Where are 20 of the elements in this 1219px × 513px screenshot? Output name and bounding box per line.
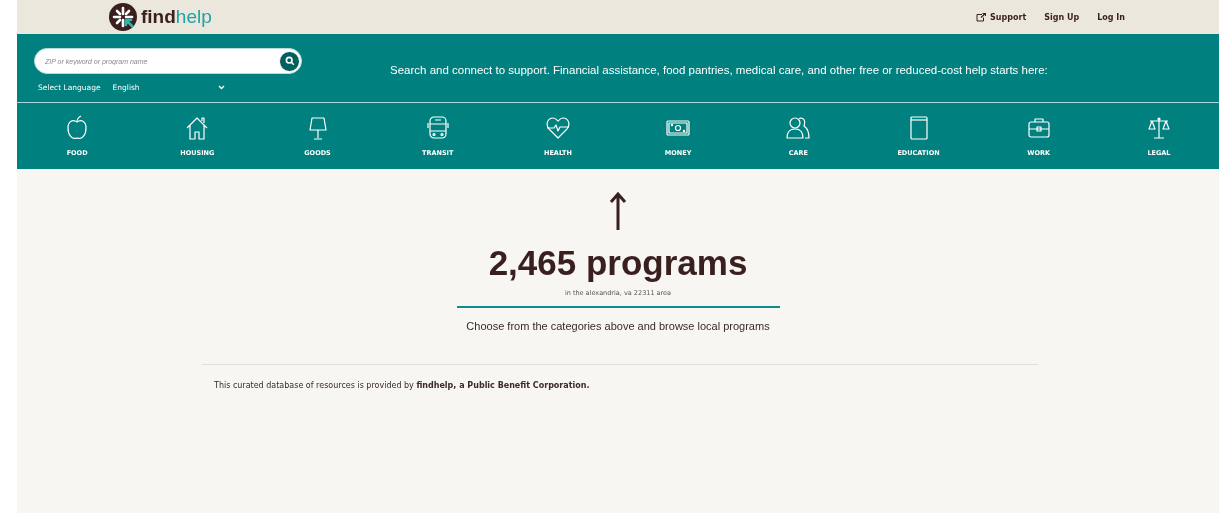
house-icon — [185, 115, 210, 141]
briefcase-icon — [1026, 115, 1051, 141]
up-arrow-icon — [609, 191, 627, 231]
attribution-text: This curated database of resources is provided by findhelp, a Public Benefit Corporation. — [214, 381, 591, 390]
chevron-down-icon — [217, 85, 225, 90]
heartbeat-icon — [545, 115, 570, 141]
scales-icon — [1146, 115, 1171, 141]
program-count: 2,465 programs — [488, 243, 748, 283]
logo-wordmark[interactable]: findhelp — [141, 6, 212, 28]
search-icon — [284, 56, 295, 66]
logo-icon — [109, 3, 137, 31]
apple-icon — [65, 115, 90, 141]
header-link[interactable]: Sign Up — [1044, 12, 1080, 22]
header-link[interactable]: Log In — [1097, 12, 1125, 22]
people-icon — [786, 115, 811, 141]
browse-hint: Choose from the categories above and browse local programs — [466, 320, 770, 332]
bus-icon — [425, 115, 450, 141]
external-link-icon — [976, 12, 987, 22]
support-link[interactable]: Support — [976, 12, 1027, 22]
tagline: Search and connect to support. Financial assistance, food pantries, medical care, and other free or reduced-cost help starts here: — [390, 64, 1048, 76]
